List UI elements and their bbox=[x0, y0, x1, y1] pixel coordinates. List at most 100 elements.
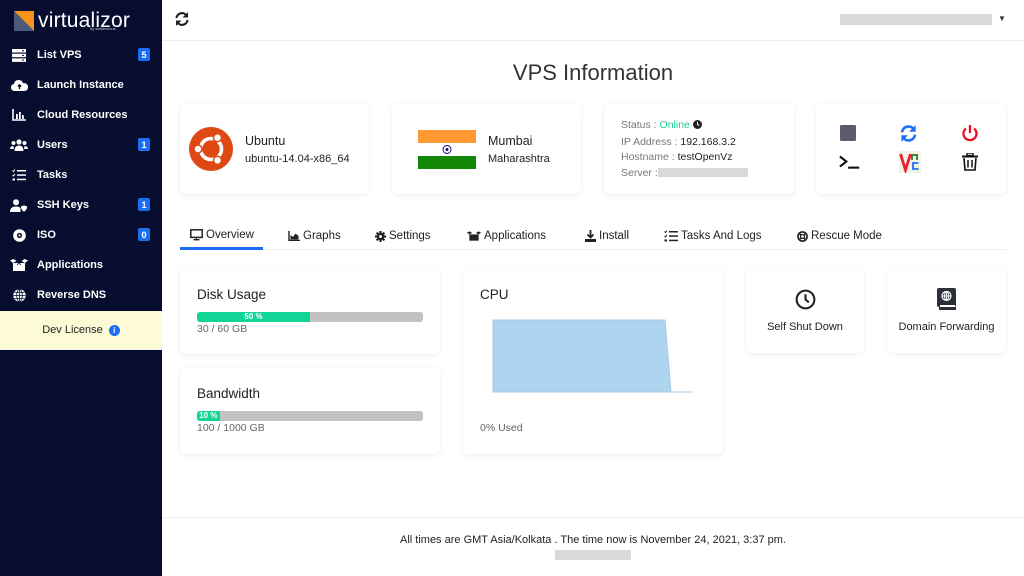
bandwidth-card: Bandwidth 10 % 100 / 1000 GB bbox=[180, 368, 440, 454]
page-title: VPS Information bbox=[512, 60, 674, 85]
topbar: ▼ bbox=[162, 0, 1024, 41]
self-shut-down-button[interactable]: Self Shut Down bbox=[746, 268, 864, 353]
disk-progress-bar: 50 % bbox=[197, 312, 423, 322]
tab-graphs[interactable]: Graphs bbox=[288, 222, 341, 250]
hostname-label: Hostname : bbox=[621, 151, 675, 163]
restart-icon[interactable] bbox=[897, 122, 919, 144]
quick-action-label: Self Shut Down bbox=[767, 320, 843, 333]
area-chart-icon bbox=[288, 231, 300, 241]
brand-name: virtualizor bbox=[38, 9, 131, 32]
tab-label: Settings bbox=[389, 230, 431, 242]
sidebar-item-label: Reverse DNS bbox=[37, 289, 107, 301]
footer-time-text: All times are GMT Asia/Kolkata . The tim… bbox=[400, 534, 786, 546]
disk-progress-fill: 50 % bbox=[197, 312, 310, 322]
console-icon[interactable] bbox=[839, 151, 861, 173]
user-shield-icon bbox=[10, 198, 28, 212]
tab-tasks-and-logs[interactable]: Tasks And Logs bbox=[664, 222, 762, 250]
hostname-row: Hostname : testOpenVz bbox=[621, 150, 794, 166]
tab-label: Tasks And Logs bbox=[681, 230, 762, 242]
sidebar-item-label: List VPS bbox=[37, 49, 82, 61]
box-open-icon bbox=[467, 231, 481, 241]
tab-label: Rescue Mode bbox=[811, 230, 882, 242]
footer: All times are GMT Asia/Kolkata . The tim… bbox=[162, 517, 1024, 576]
count-badge: 1 bbox=[138, 138, 150, 151]
count-badge: 5 bbox=[138, 48, 150, 61]
sidebar-item-iso[interactable]: ISO 0 bbox=[0, 220, 162, 250]
count-badge: 0 bbox=[138, 228, 150, 241]
bandwidth-caption: 100 / 1000 GB bbox=[197, 422, 265, 434]
ip-value: 192.168.3.2 bbox=[680, 135, 736, 148]
ip-label: IP Address : bbox=[621, 135, 678, 148]
sidebar-item-reverse-dns[interactable]: Reverse DNS bbox=[0, 280, 162, 310]
sidebar-item-launch-instance[interactable]: Launch Instance bbox=[0, 70, 162, 100]
info-icon[interactable]: i bbox=[108, 324, 120, 336]
tab-install[interactable]: Install bbox=[585, 222, 629, 250]
status-card: Status : Online IP Address : 192.168.3.2… bbox=[604, 104, 794, 194]
sidebar-item-label: Cloud Resources bbox=[37, 109, 128, 121]
sidebar-item-label: Users bbox=[37, 139, 68, 151]
tab-overview[interactable]: Overview bbox=[180, 222, 263, 250]
server-icon bbox=[10, 48, 28, 62]
tab-rescue-mode[interactable]: Rescue Mode bbox=[797, 222, 882, 250]
power-off-icon[interactable] bbox=[959, 122, 981, 144]
tasks-icon bbox=[664, 230, 678, 242]
monitor-icon bbox=[190, 228, 203, 241]
logo-mark-icon bbox=[14, 11, 34, 31]
download-icon bbox=[585, 230, 596, 242]
disc-icon bbox=[10, 228, 28, 242]
cpu-title: CPU bbox=[480, 287, 509, 302]
bandwidth-progress-fill: 10 % bbox=[197, 411, 220, 421]
sidebar-item-label: ISO bbox=[37, 229, 56, 241]
vnc-icon[interactable] bbox=[899, 151, 921, 173]
disk-usage-title: Disk Usage bbox=[197, 287, 267, 302]
disk-usage-card: Disk Usage 50 % 30 / 60 GB bbox=[180, 268, 440, 354]
gear-icon bbox=[375, 230, 386, 242]
clock-icon[interactable] bbox=[692, 119, 702, 135]
status-badge: Online bbox=[659, 119, 690, 131]
tab-bar: Overview Graphs Settings Applications In… bbox=[180, 222, 1006, 250]
refresh-icon[interactable] bbox=[174, 11, 190, 27]
sidebar-item-list-vps[interactable]: List VPS 5 bbox=[0, 40, 162, 70]
cpu-usage-area bbox=[492, 319, 693, 393]
delete-icon[interactable] bbox=[959, 151, 981, 173]
location-card: Mumbai Maharashtra bbox=[392, 104, 581, 194]
cpu-caption: 0% Used bbox=[480, 422, 523, 434]
globe-icon bbox=[10, 288, 28, 302]
disk-usage-caption: 30 / 60 GB bbox=[197, 323, 248, 335]
cpu-chart bbox=[492, 319, 693, 393]
box-open-icon bbox=[10, 258, 28, 272]
sidebar-item-tasks[interactable]: Tasks bbox=[0, 160, 162, 190]
location-city: Mumbai bbox=[488, 134, 533, 148]
actions-card bbox=[816, 104, 1006, 194]
tab-label: Overview bbox=[206, 228, 254, 241]
sidebar-nav: List VPS 5 Launch Instance Cloud Resourc… bbox=[0, 40, 162, 310]
sidebar-item-cloud-resources[interactable]: Cloud Resources bbox=[0, 100, 162, 130]
sidebar-item-users[interactable]: Users 1 bbox=[0, 130, 162, 160]
address-book-globe-icon bbox=[937, 288, 956, 315]
status-row: Status : Online bbox=[621, 118, 794, 135]
tab-label: Graphs bbox=[303, 230, 341, 242]
caret-down-icon[interactable]: ▼ bbox=[998, 14, 1006, 23]
tasks-icon bbox=[10, 168, 28, 182]
ip-row: IP Address : 192.168.3.2 bbox=[621, 135, 794, 151]
sidebar-item-ssh-keys[interactable]: SSH Keys 1 bbox=[0, 190, 162, 220]
sidebar-item-label: Tasks bbox=[37, 169, 68, 181]
sidebar-item-label: Launch Instance bbox=[37, 79, 124, 91]
footer-redacted bbox=[555, 550, 631, 560]
domain-forwarding-button[interactable]: Domain Forwarding bbox=[887, 268, 1006, 353]
tab-settings[interactable]: Settings bbox=[375, 222, 431, 250]
user-menu[interactable] bbox=[840, 14, 992, 25]
status-label: Status : bbox=[621, 119, 657, 131]
life-ring-icon bbox=[797, 230, 808, 242]
sidebar-item-label: Applications bbox=[37, 259, 104, 271]
count-badge: 1 bbox=[138, 198, 150, 211]
quick-action-label: Domain Forwarding bbox=[898, 321, 995, 333]
cpu-card: CPU 0% Used bbox=[463, 268, 723, 454]
stop-icon[interactable] bbox=[837, 122, 859, 144]
india-flag-icon bbox=[418, 130, 476, 169]
cloud-upload-icon bbox=[10, 78, 28, 92]
license-banner[interactable]: Dev License i bbox=[0, 311, 162, 350]
sidebar-item-applications[interactable]: Applications bbox=[0, 250, 162, 280]
license-label: Dev License bbox=[42, 324, 103, 336]
tab-applications[interactable]: Applications bbox=[467, 222, 546, 250]
